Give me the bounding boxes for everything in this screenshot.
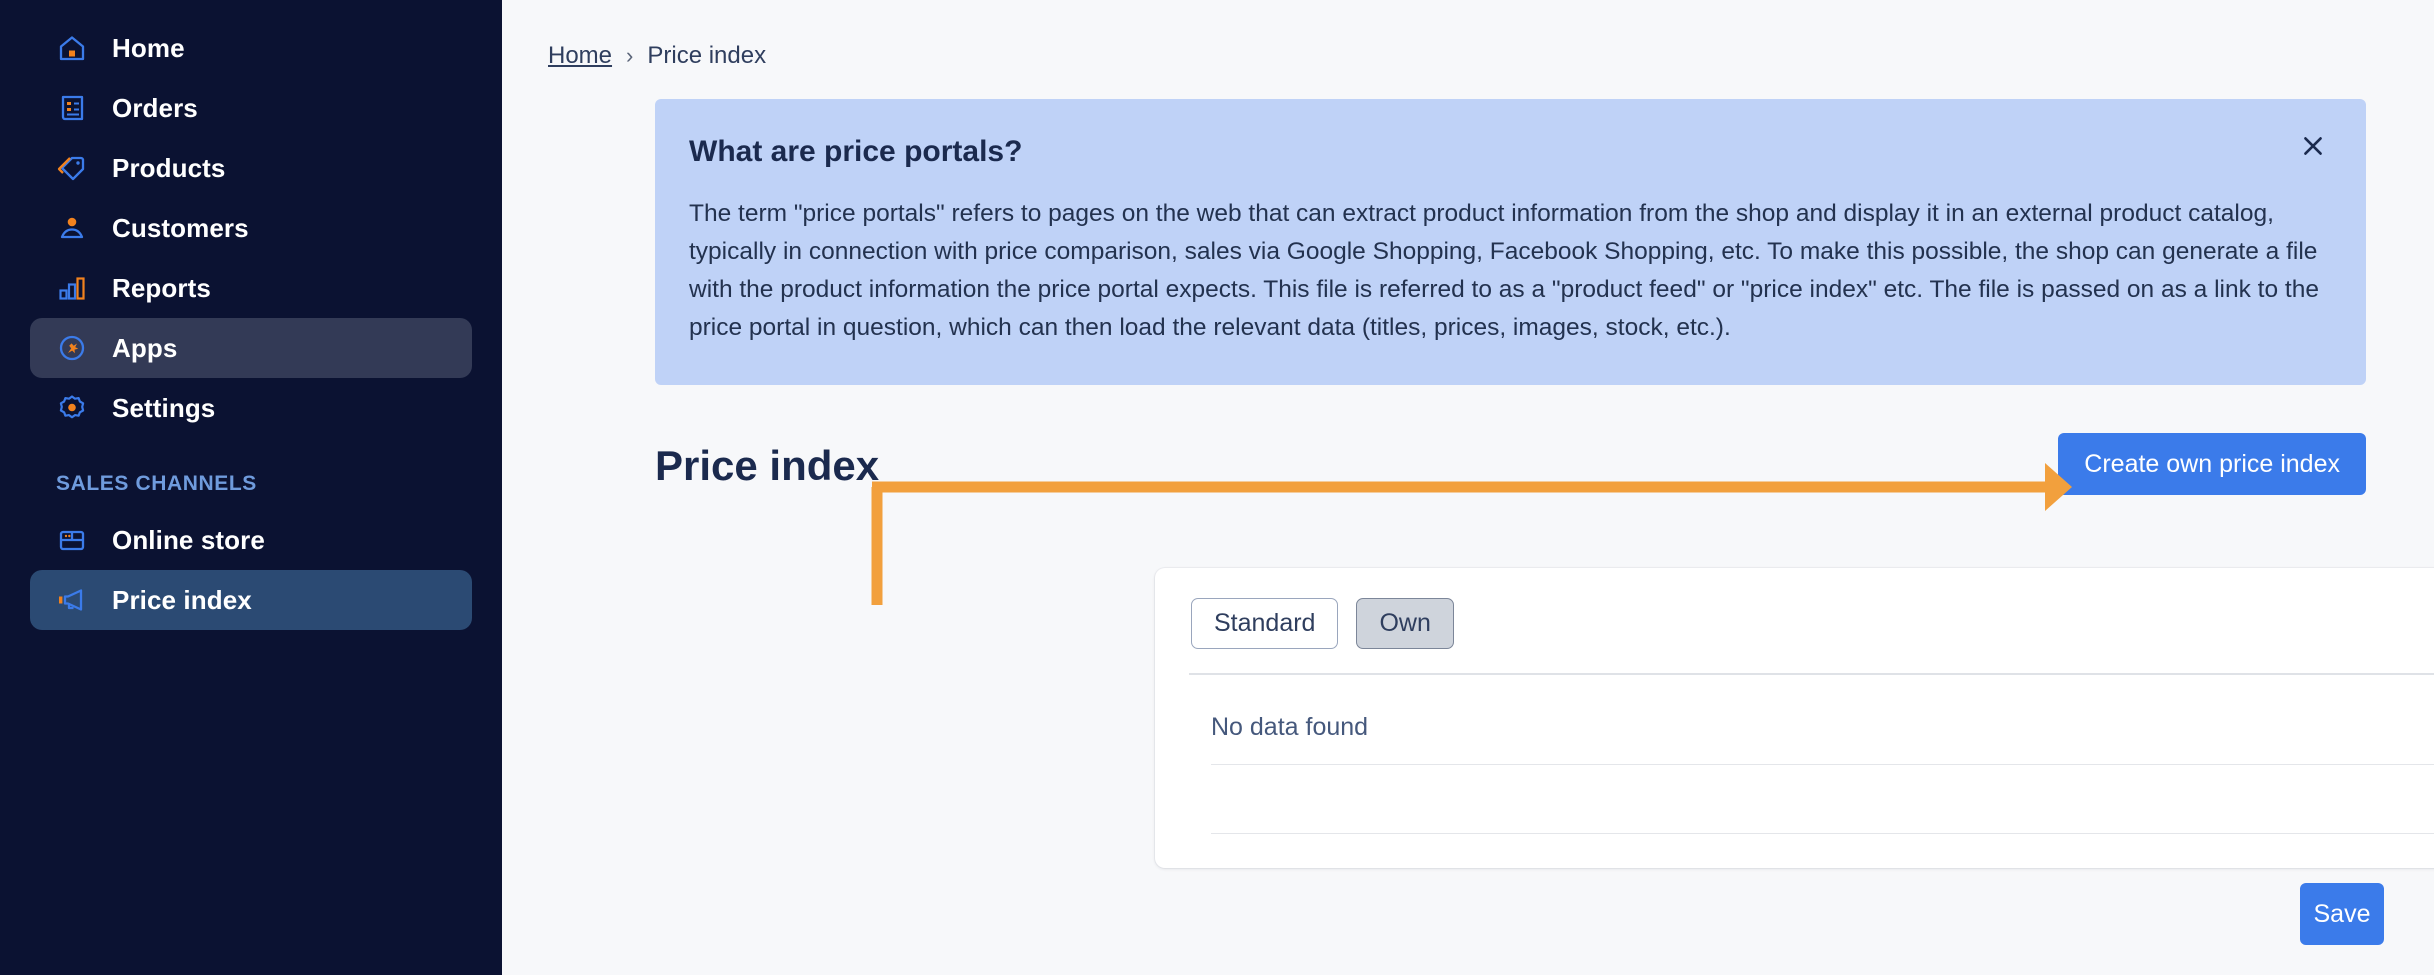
sidebar-item-reports[interactable]: Reports (30, 258, 472, 318)
create-own-price-index-button[interactable]: Create own price index (2058, 433, 2366, 495)
info-banner-body: The term "price portals" refers to pages… (689, 200, 2319, 341)
home-icon (56, 32, 88, 64)
sidebar-item-label: Orders (112, 92, 198, 123)
sidebar-item-customers[interactable]: Customers (30, 198, 472, 258)
sidebar-item-label: Price index (112, 584, 252, 615)
page-header: Price index Create own price index (655, 433, 2366, 508)
settings-gear-icon (56, 392, 88, 424)
tab-own[interactable]: Own (1356, 598, 1454, 649)
sidebar-item-label: Apps (112, 332, 178, 363)
empty-state-message: No data found (1211, 713, 1369, 741)
sidebar-item-settings[interactable]: Settings (30, 378, 472, 438)
app-root: Home Orders Products Customers Reports A… (0, 0, 2434, 975)
reports-bar-chart-icon (56, 272, 88, 304)
sidebar-item-orders[interactable]: Orders (30, 78, 472, 138)
sidebar-item-label: Home (112, 32, 185, 63)
breadcrumb-home-link[interactable]: Home (548, 42, 612, 70)
sidebar-section-label: SALES CHANNELS (56, 472, 257, 495)
tab-standard[interactable]: Standard (1191, 598, 1339, 649)
breadcrumb: Home › Price index (502, 0, 2434, 70)
online-store-icon (56, 524, 88, 556)
orders-icon (56, 92, 88, 124)
table-empty-row (1189, 765, 2434, 833)
sidebar-item-label: Customers (112, 212, 249, 243)
info-banner: What are price portals? The term "price … (655, 99, 2366, 385)
price-index-card: Standard Own No data found (1155, 568, 2434, 868)
table-divider-bottom (1211, 833, 2434, 834)
sidebar-item-label: Reports (112, 272, 211, 303)
megaphone-icon (56, 584, 88, 616)
save-button[interactable]: Save (2300, 883, 2384, 945)
info-banner-title: What are price portals? (689, 135, 1023, 168)
sidebar-item-label: Products (112, 152, 226, 183)
tab-group: Standard Own (1189, 598, 2434, 649)
sidebar-item-label: Settings (112, 392, 216, 423)
close-icon[interactable] (2292, 125, 2334, 167)
customers-person-icon (56, 212, 88, 244)
sidebar-item-home[interactable]: Home (30, 18, 472, 78)
sidebar-item-label: Online store (112, 524, 265, 555)
chevron-right-icon: › (626, 43, 634, 68)
products-tag-icon (56, 152, 88, 184)
apps-icon (56, 332, 88, 364)
sidebar-item-products[interactable]: Products (30, 138, 472, 198)
breadcrumb-current: Price index (647, 42, 767, 69)
sidebar-item-price-index[interactable]: Price index (30, 570, 472, 630)
sidebar: Home Orders Products Customers Reports A… (0, 0, 502, 975)
main-content: Home › Price index What are price portal… (502, 0, 2434, 975)
sidebar-item-apps[interactable]: Apps (30, 318, 472, 378)
sidebar-item-online-store[interactable]: Online store (30, 510, 472, 570)
